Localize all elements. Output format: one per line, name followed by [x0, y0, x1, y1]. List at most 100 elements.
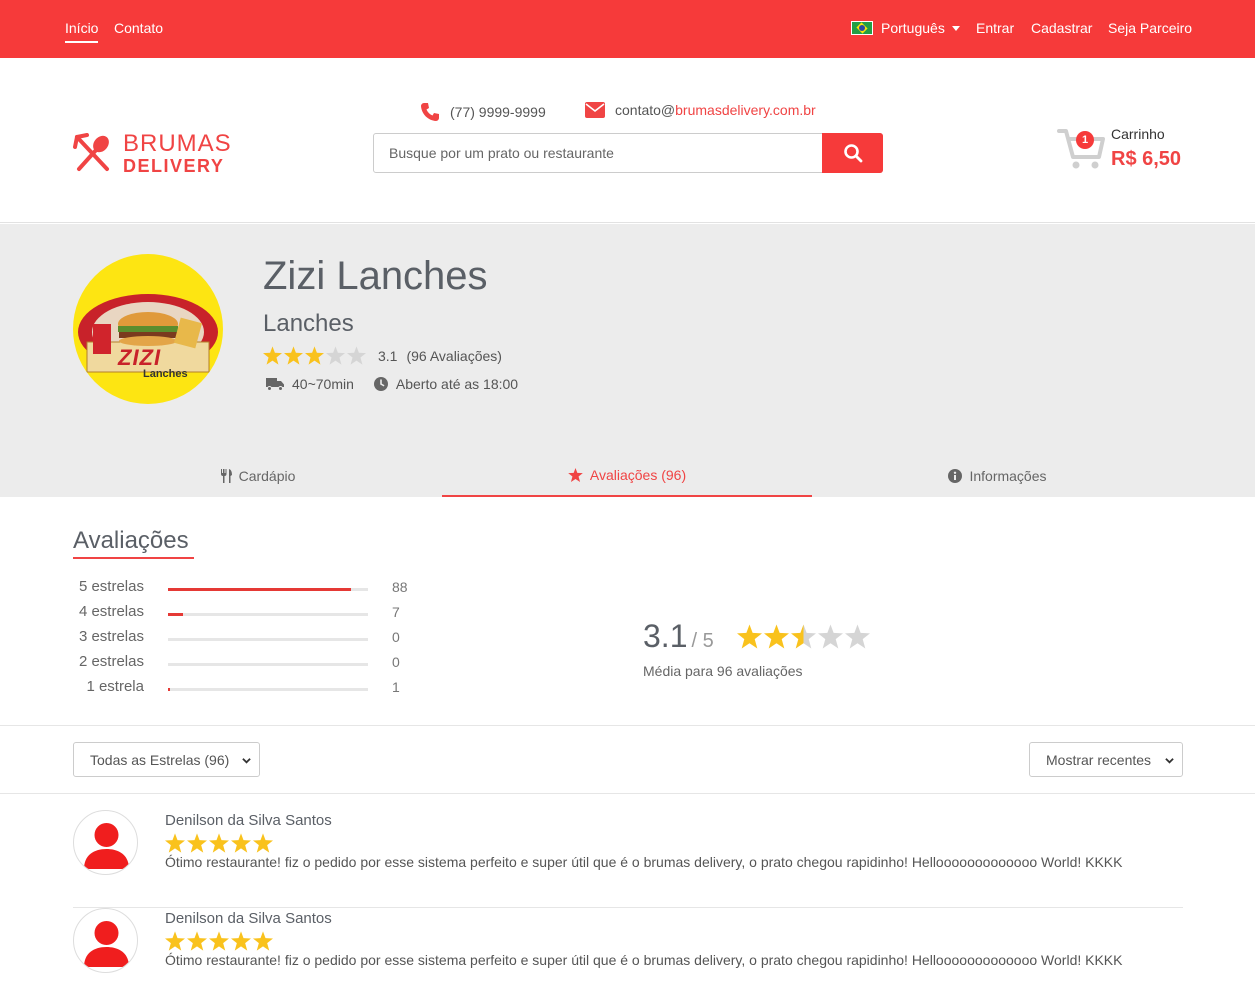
- review-stars: [165, 833, 275, 853]
- rating-bar-label: 1 estrela: [86, 678, 144, 695]
- restaurant-meta: 40~70min Aberto até as 18:00: [266, 376, 518, 392]
- search-button[interactable]: [822, 133, 883, 173]
- rating-bar-count: 7: [392, 604, 400, 620]
- sort-value: Mostrar recentes: [1046, 751, 1152, 768]
- star-icon: [347, 346, 366, 365]
- user-avatar: [73, 908, 138, 973]
- reviewer-name: Denilson da Silva Santos: [165, 910, 332, 927]
- logo-text-lanches: Lanches: [143, 368, 188, 380]
- contact-phone: (77) 9999-9999: [420, 102, 546, 122]
- rating-bar-count: 0: [392, 629, 400, 645]
- chevron-down-icon: [242, 758, 251, 764]
- star-icon: [568, 467, 583, 482]
- language-label: Português: [881, 20, 945, 36]
- nav-link-inicio[interactable]: Início: [65, 20, 98, 36]
- star-filter-select[interactable]: Todas as Estrelas (96): [73, 742, 260, 777]
- sort-select[interactable]: Mostrar recentes: [1029, 742, 1183, 777]
- email-prefix: contato@: [615, 102, 676, 118]
- tab-informacoes[interactable]: Informações: [812, 454, 1183, 497]
- review-item: Denilson da Silva Santos Ótimo restauran…: [73, 810, 1183, 908]
- tab-avaliacoes-label: Avaliações (96): [589, 466, 687, 483]
- review-item: Denilson da Silva Santos Ótimo restauran…: [73, 908, 1183, 1006]
- restaurant-name: Zizi Lanches: [263, 254, 488, 298]
- rating-bar-row: 5 estrelas 88: [73, 578, 433, 603]
- utensils-icon: [220, 468, 232, 483]
- opening-hours: Aberto até as 18:00: [395, 376, 519, 392]
- star-icon: [231, 833, 251, 853]
- user-icon: [84, 921, 129, 967]
- language-dropdown[interactable]: Português: [851, 20, 960, 36]
- average-stars: [737, 624, 872, 649]
- rating-bar-track: [168, 613, 368, 616]
- brazil-flag-icon: [851, 21, 873, 35]
- star-icon: [326, 346, 345, 365]
- star-icon: [165, 931, 185, 951]
- rating-bar-row: 2 estrelas 0: [73, 653, 433, 678]
- star-icon: [187, 931, 207, 951]
- review-text: Ótimo restaurante! fiz o pedido por esse…: [165, 952, 1123, 968]
- info-icon: [948, 468, 963, 483]
- tab-cardapio[interactable]: Cardápio: [73, 454, 442, 497]
- rating-bar-track: [168, 663, 368, 666]
- envelope-icon: [585, 102, 605, 118]
- restaurant-hero: ZIZI Lanches Zizi Lanches Lanches 3.1 (9…: [0, 224, 1255, 497]
- cart-count-badge: 1: [1076, 131, 1094, 149]
- chevron-down-icon: [1165, 758, 1174, 764]
- active-nav-indicator: [65, 41, 98, 43]
- star-icon: [253, 833, 273, 853]
- rating-bar-label: 4 estrelas: [78, 603, 144, 620]
- review-stars: [165, 931, 275, 951]
- star-icon: [845, 624, 870, 649]
- star-icon: [764, 624, 789, 649]
- logo-text-brumas[interactable]: BRUMAS: [123, 130, 232, 158]
- rating-bar-fill: [168, 688, 170, 691]
- star-filter-value: Todas as Estrelas (96): [90, 751, 230, 768]
- average-score: 3.1: [643, 618, 688, 654]
- rating-bar-label: 5 estrelas: [78, 578, 144, 595]
- average-max: / 5: [691, 630, 714, 652]
- cart-label[interactable]: Carrinho: [1111, 126, 1165, 142]
- star-icon: [737, 624, 762, 649]
- restaurant-tabs: Cardápio Avaliações (96) Informações: [73, 454, 1183, 497]
- delivery-time: 40~70min: [292, 376, 354, 392]
- average-caption: Média para 96 avaliações: [643, 663, 803, 679]
- phone-number: (77) 9999-9999: [450, 104, 546, 120]
- restaurant-logo: ZIZI Lanches: [73, 254, 223, 404]
- rating-bar-label: 2 estrelas: [78, 653, 144, 670]
- truck-icon: [266, 378, 284, 391]
- partner-link[interactable]: Seja Parceiro: [1108, 20, 1192, 36]
- rating-bar-count: 1: [392, 679, 400, 695]
- rating-bar-fill: [168, 588, 352, 591]
- rating-bar-row: 4 estrelas 7: [73, 603, 433, 628]
- rating-bar-track: [168, 638, 368, 641]
- rating-stars: [263, 346, 368, 365]
- clock-icon: [373, 377, 388, 391]
- restaurant-rating: 3.1 (96 Avaliações): [263, 346, 502, 365]
- rating-distribution: 5 estrelas 88 4 estrelas 7 3 estrelas 0 2 estr…: [73, 578, 433, 703]
- fork-spoon-logo-icon[interactable]: [73, 133, 113, 173]
- site-header: BRUMAS DELIVERY (77) 9999-9999 contato@ b…: [0, 58, 1255, 223]
- star-icon: [818, 624, 843, 649]
- reviewer-name: Denilson da Silva Santos: [165, 812, 332, 829]
- search-input[interactable]: [374, 134, 823, 172]
- rating-bar-count: 0: [392, 654, 400, 670]
- star-icon: [284, 346, 303, 365]
- review-text: Ótimo restaurante! fiz o pedido por esse…: [165, 854, 1123, 870]
- register-link[interactable]: Cadastrar: [1031, 20, 1092, 36]
- star-icon: [231, 931, 251, 951]
- login-link[interactable]: Entrar: [976, 20, 1014, 36]
- rating-bar-row: 3 estrelas 0: [73, 628, 433, 653]
- tab-cardapio-label: Cardápio: [238, 467, 296, 484]
- nav-link-contato[interactable]: Contato: [114, 20, 163, 36]
- star-icon: [263, 346, 282, 365]
- logo-text-delivery[interactable]: DELIVERY: [123, 156, 224, 177]
- rating-bar-track: [168, 688, 368, 691]
- restaurant-category: Lanches: [263, 310, 354, 337]
- rating-bar-track: [168, 588, 368, 591]
- star-icon: [791, 624, 816, 649]
- cart-total[interactable]: R$ 6,50: [1111, 148, 1181, 171]
- search-icon: [843, 144, 862, 163]
- search-bar: [373, 133, 883, 173]
- tab-avaliacoes[interactable]: Avaliações (96): [442, 454, 812, 497]
- star-icon: [305, 346, 324, 365]
